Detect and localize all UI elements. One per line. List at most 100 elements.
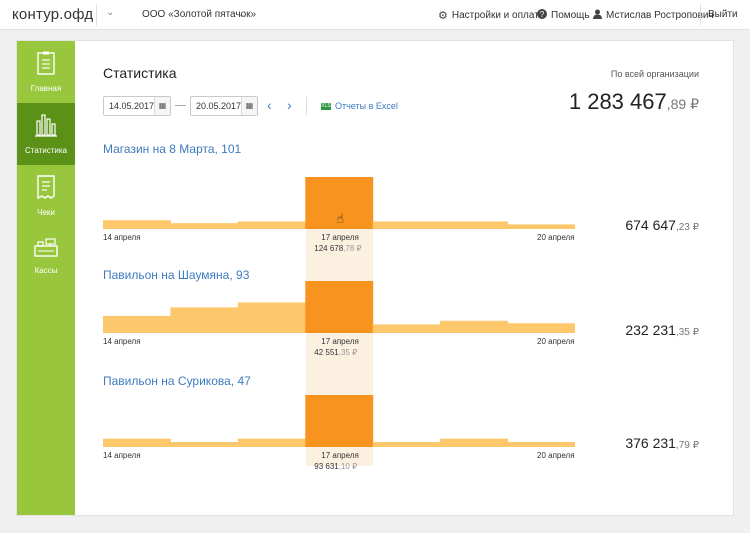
axis-label-selected: 17 апреля <box>321 337 359 346</box>
calendar-icon[interactable]: ▦ <box>154 97 170 115</box>
bar[interactable] <box>237 438 306 447</box>
settings-label: Настройки и оплата <box>451 10 545 21</box>
axis-label: 14 апреля <box>103 451 141 460</box>
chevron-left-icon[interactable]: ‹ <box>267 97 272 113</box>
gear-icon: ⚙ <box>438 10 448 22</box>
bar[interactable] <box>440 320 509 333</box>
store-name-link[interactable]: Магазин на 8 Марта, 101 <box>103 142 241 156</box>
divider <box>96 4 97 26</box>
sales-bar-chart <box>103 395 575 447</box>
main-card: Главная Статистика Чеки Кассы Статистика… <box>16 40 734 516</box>
store-total-int: 232 231 <box>625 322 676 338</box>
hand-cursor-icon: ☝ <box>336 211 345 226</box>
bar-selected[interactable] <box>305 395 374 447</box>
bar[interactable] <box>170 307 239 333</box>
sidebar: Главная Статистика Чеки Кассы <box>17 41 75 515</box>
exit-link[interactable]: Выйти <box>708 9 738 20</box>
org-total: 1 283 467,89 ₽ <box>569 89 699 115</box>
bar[interactable] <box>507 442 575 447</box>
page-title: Статистика <box>103 65 177 81</box>
help-icon: ? <box>537 9 547 22</box>
bar[interactable] <box>440 221 509 229</box>
axis-label: 20 апреля <box>537 337 575 346</box>
excel-icon: XLS <box>321 103 331 110</box>
exit-label: Выйти <box>708 9 738 20</box>
date-to-value: 20.05.2017 <box>196 101 242 111</box>
divider <box>306 97 307 115</box>
user-link[interactable]: Мстислав Ростропович <box>593 9 714 22</box>
bar[interactable] <box>372 221 441 229</box>
store-name-link[interactable]: Павильон на Сурикова, 47 <box>103 374 251 388</box>
org-total-int: 1 283 467 <box>568 89 667 114</box>
sidebar-item-statistics[interactable]: Статистика <box>17 103 75 165</box>
selected-amount-int: 93 631 <box>314 462 339 471</box>
svg-text:?: ? <box>540 10 545 19</box>
sidebar-item-label: Кассы <box>34 266 58 275</box>
selected-amount-cents: ,35 ₽ <box>338 348 358 357</box>
receipt-icon <box>17 175 75 204</box>
store-total-int: 674 647 <box>625 217 676 233</box>
top-bar: контур.офд ⌄ ООО «Золотой пятачок» ⌄ ⚙ Н… <box>0 0 750 30</box>
bar[interactable] <box>103 315 171 333</box>
selected-amount-cents: ,78 ₽ <box>343 244 362 253</box>
date-to-field[interactable]: 20.05.2017 ▦ <box>190 96 258 116</box>
store-name-link[interactable]: Павильон на Шаумяна, 93 <box>103 268 249 282</box>
logo[interactable]: контур.офд <box>12 6 93 23</box>
store-total: 376 231,79 ₽ <box>625 435 699 451</box>
bar[interactable] <box>372 442 441 447</box>
selected-day-amount: 42 551,35 ₽ <box>314 348 357 357</box>
cash-register-icon <box>17 237 75 262</box>
org-total-cents: ,89 ₽ <box>666 96 699 112</box>
calendar-icon[interactable]: ▦ <box>241 97 257 115</box>
store-total: 232 231,35 ₽ <box>625 322 699 338</box>
bar[interactable] <box>372 324 441 333</box>
sidebar-item-registers[interactable]: Кассы <box>17 227 75 289</box>
help-link[interactable]: ? Помощь <box>537 9 590 22</box>
selected-amount-int: 42 551 <box>314 348 339 357</box>
bar-chart-icon <box>17 113 75 142</box>
bar[interactable] <box>507 323 575 333</box>
help-label: Помощь <box>551 10 590 21</box>
bar[interactable] <box>237 302 306 333</box>
axis-label: 20 апреля <box>537 451 575 460</box>
selected-amount-cents: ,10 ₽ <box>338 462 358 471</box>
chevron-down-icon[interactable]: ⌄ <box>106 7 114 18</box>
document-icon <box>17 51 75 80</box>
store-total: 674 647,23 ₽ <box>625 217 699 233</box>
bar[interactable] <box>103 438 171 447</box>
axis-label: 14 апреля <box>103 337 141 346</box>
divider <box>700 4 701 26</box>
sidebar-item-receipts[interactable]: Чеки <box>17 165 75 227</box>
selected-day-amount: 93 631,10 ₽ <box>314 462 357 471</box>
org-total-label: По всей организации <box>610 69 699 79</box>
axis-label-selected: 17 апреля <box>321 233 359 242</box>
axis-label: 20 апреля <box>537 233 575 242</box>
date-from-value: 14.05.2017 <box>109 101 155 111</box>
bar-selected[interactable] <box>305 281 374 333</box>
bar[interactable] <box>237 221 306 229</box>
store-total-cents: ,79 ₽ <box>675 440 699 451</box>
selected-day-amount: 124 678,78 ₽ <box>314 244 361 253</box>
excel-reports-link[interactable]: Отчеты в Excel <box>335 101 398 111</box>
axis-label-selected: 17 апреля <box>321 451 359 460</box>
chevron-down-icon[interactable]: ⌄ <box>238 9 246 20</box>
settings-link[interactable]: ⚙ Настройки и оплата <box>438 9 544 22</box>
bar[interactable] <box>170 223 239 229</box>
bar[interactable] <box>440 438 509 447</box>
sidebar-item-label: Главная <box>30 84 62 93</box>
bar[interactable] <box>507 224 575 229</box>
user-name: Мстислав Ростропович <box>606 10 714 21</box>
bar[interactable] <box>103 220 171 229</box>
store-total-int: 376 231 <box>625 435 676 451</box>
sidebar-item-home[interactable]: Главная <box>17 41 75 103</box>
store-total-cents: ,23 ₽ <box>675 222 699 233</box>
date-from-field[interactable]: 14.05.2017 ▦ <box>103 96 171 116</box>
chevron-right-icon[interactable]: › <box>287 97 292 113</box>
sidebar-item-label: Статистика <box>24 146 67 155</box>
sales-bar-chart <box>103 281 575 333</box>
bar[interactable] <box>170 442 239 447</box>
date-range-dash <box>175 105 186 106</box>
user-icon <box>593 9 602 22</box>
store-total-cents: ,35 ₽ <box>675 327 699 338</box>
axis-label: 14 апреля <box>103 233 141 242</box>
